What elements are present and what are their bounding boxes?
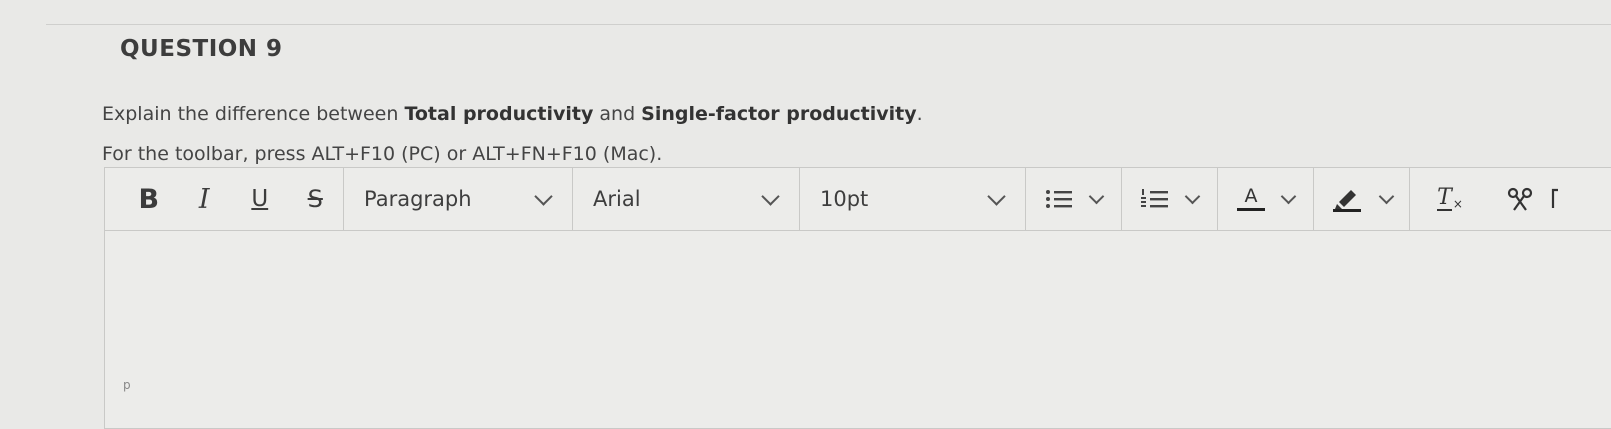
- chevron-down-icon: [534, 186, 553, 206]
- underline-button[interactable]: U: [232, 179, 288, 219]
- question-text-middle: and: [593, 103, 642, 125]
- editor-toolbar: B I U S Paragraph Arial 10pt A T ×: [105, 168, 1611, 231]
- copy-icon: [1551, 188, 1558, 208]
- editor-content-area[interactable]: [105, 231, 1611, 428]
- cut-button[interactable]: [1490, 168, 1550, 230]
- chevron-down-icon[interactable]: [1280, 188, 1297, 204]
- italic-button[interactable]: I: [177, 179, 233, 219]
- chevron-down-icon: [761, 186, 780, 206]
- bullet-list-button[interactable]: [1026, 168, 1122, 230]
- element-path: p: [123, 378, 131, 392]
- top-divider: [46, 24, 1611, 25]
- question-text-prefix: Explain the difference between: [102, 103, 405, 125]
- block-format-value: Paragraph: [364, 187, 472, 211]
- clear-formatting-icon: T ×: [1437, 185, 1463, 211]
- question-heading: QUESTION 9: [120, 36, 283, 62]
- highlight-color-button[interactable]: [1314, 168, 1410, 230]
- formatting-group: B I U S: [105, 168, 344, 230]
- bullet-list-icon: [1046, 190, 1072, 208]
- font-size-dropdown[interactable]: 10pt: [800, 168, 1026, 230]
- clear-formatting-letter: T: [1437, 185, 1452, 211]
- clear-formatting-button[interactable]: T ×: [1410, 168, 1490, 230]
- numbered-list-button[interactable]: [1122, 168, 1218, 230]
- block-format-dropdown[interactable]: Paragraph: [344, 168, 573, 230]
- term-total-productivity: Total productivity: [404, 103, 594, 125]
- copy-button[interactable]: [1550, 168, 1570, 230]
- chevron-down-icon[interactable]: [1088, 188, 1105, 204]
- cut-icon: [1507, 187, 1533, 211]
- strikethrough-button[interactable]: S: [288, 179, 344, 219]
- font-family-dropdown[interactable]: Arial: [573, 168, 800, 230]
- toolbar-hint: For the toolbar, press ALT+F10 (PC) or A…: [102, 143, 663, 165]
- rich-text-editor: B I U S Paragraph Arial 10pt A T × p: [104, 167, 1611, 429]
- question-text-suffix: .: [916, 103, 923, 125]
- chevron-down-icon[interactable]: [1378, 188, 1395, 204]
- chevron-down-icon: [987, 186, 1006, 206]
- bold-button[interactable]: B: [121, 179, 177, 219]
- highlight-icon: [1333, 190, 1361, 212]
- numbered-list-icon: [1141, 189, 1168, 208]
- font-family-value: Arial: [593, 187, 641, 211]
- term-single-factor-productivity: Single-factor productivity: [641, 103, 917, 125]
- text-color-letter: A: [1244, 185, 1258, 207]
- text-color-icon: A: [1237, 187, 1265, 211]
- chevron-down-icon[interactable]: [1184, 188, 1201, 204]
- text-color-button[interactable]: A: [1218, 168, 1314, 230]
- question-text: Explain the difference between Total pro…: [102, 103, 923, 125]
- font-size-value: 10pt: [820, 187, 869, 211]
